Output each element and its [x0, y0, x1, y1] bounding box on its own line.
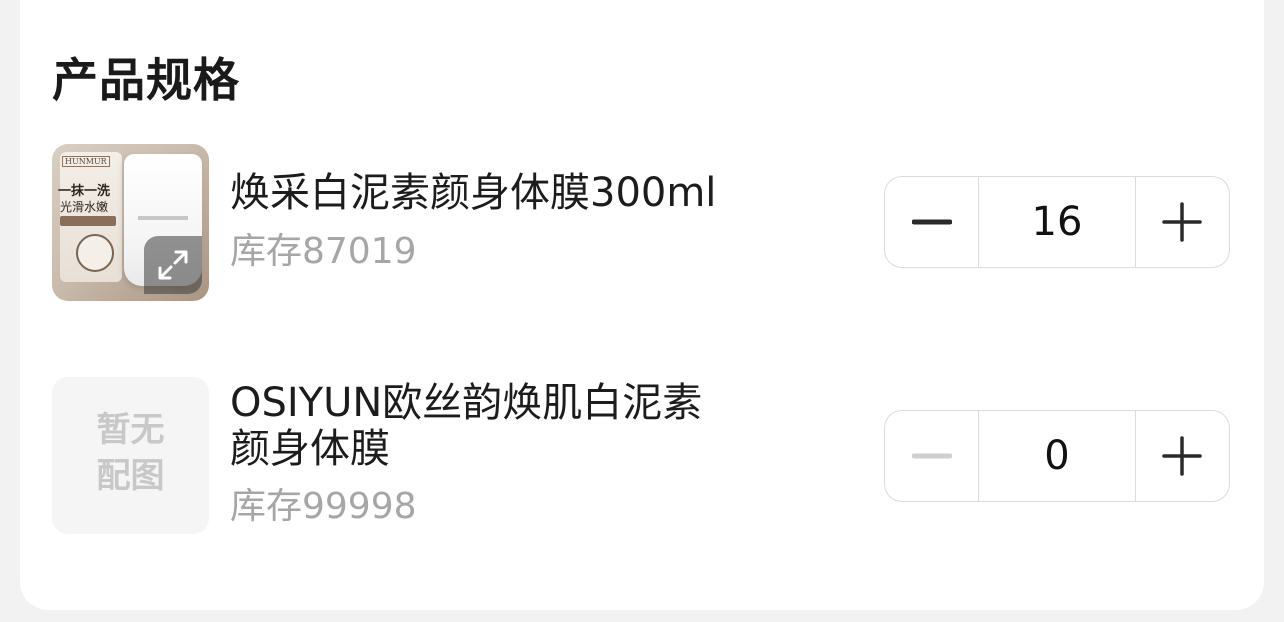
- placeholder-line: 配图: [96, 456, 165, 496]
- product-name: 焕采白泥素颜身体膜300ml: [230, 170, 716, 216]
- plus-icon: [1162, 202, 1203, 242]
- product-name-line: OSIYUN欧丝韵焕肌白泥素: [230, 380, 703, 426]
- stock-count: 库存87019: [230, 231, 417, 272]
- package-slogan: 光滑水嫩: [60, 200, 109, 214]
- product-name: OSIYUN欧丝韵焕肌白泥素 颜身体膜: [230, 380, 702, 472]
- decrease-button[interactable]: [885, 177, 978, 267]
- placeholder-text: 暂无 配图: [52, 407, 209, 499]
- increase-button[interactable]: [1136, 177, 1229, 267]
- package-ribbon: [60, 216, 116, 226]
- stock-count: 库存99998: [230, 486, 417, 527]
- increase-button[interactable]: [1136, 411, 1229, 501]
- brand-logo: HUNMUR: [62, 156, 110, 167]
- section-title: 产品规格: [52, 53, 240, 107]
- expand-image-button[interactable]: [144, 236, 202, 294]
- plus-icon: [1162, 436, 1203, 476]
- expand-arrows-icon: [158, 250, 188, 280]
- product-thumbnail-placeholder[interactable]: 暂无 配图: [52, 377, 209, 534]
- quantity-stepper: 16: [884, 176, 1230, 268]
- minus-icon: [911, 219, 952, 225]
- quantity-stepper: 0: [884, 410, 1230, 502]
- product-thumbnail[interactable]: HUNMUR 一抹一洗 光滑水嫩: [52, 144, 209, 301]
- package-slogan: 一抹一洗: [58, 184, 111, 199]
- quantity-value[interactable]: 0: [978, 411, 1136, 501]
- minus-icon: [911, 453, 952, 459]
- quantity-value[interactable]: 16: [978, 177, 1136, 267]
- package-seal: [76, 234, 114, 272]
- product-name-line: 颜身体膜: [230, 426, 390, 472]
- pouch-label: [138, 216, 188, 220]
- placeholder-line: 暂无: [96, 410, 165, 450]
- product-name-line: 焕采白泥素颜身体膜300ml: [230, 170, 717, 216]
- decrease-button[interactable]: [885, 411, 978, 501]
